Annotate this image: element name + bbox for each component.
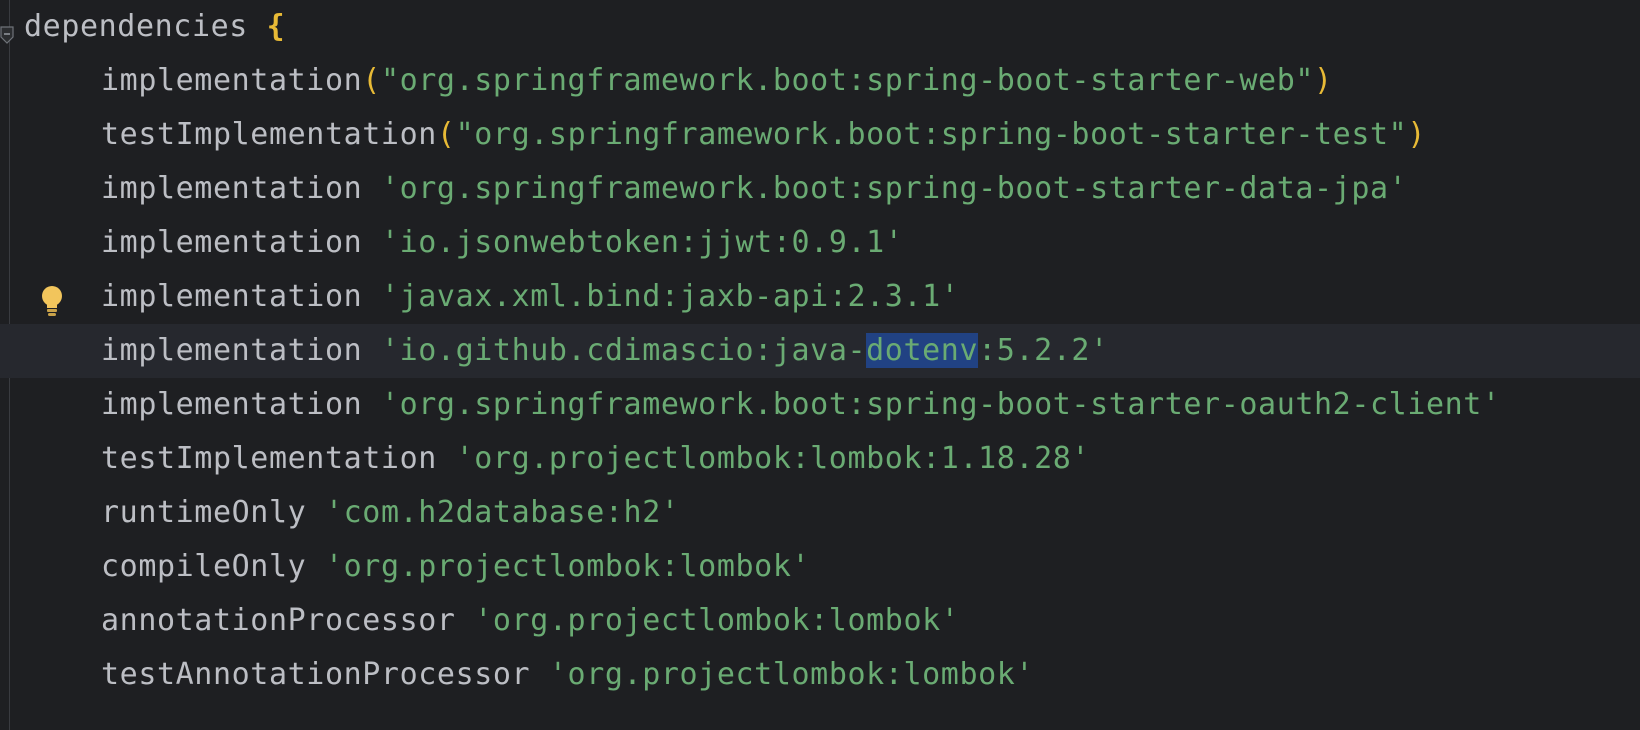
- code-line[interactable]: testImplementation("org.springframework.…: [0, 108, 1640, 162]
- open-brace: {: [266, 9, 286, 44]
- code-line[interactable]: implementation 'org.springframework.boot…: [0, 378, 1640, 432]
- config-name: implementation: [101, 279, 381, 314]
- code-line[interactable]: testImplementation 'org.projectlombok:lo…: [0, 432, 1640, 486]
- dependency-string: 'org.springframework.boot:spring-boot-st…: [380, 387, 1501, 422]
- open-paren: (: [362, 63, 381, 98]
- config-name: implementation: [101, 333, 381, 368]
- dependency-string-end: :5.2.2': [978, 333, 1109, 368]
- code-line[interactable]: implementation 'io.jsonwebtoken:jjwt:0.9…: [0, 216, 1640, 270]
- dependency-string: "org.springframework.boot:spring-boot-st…: [455, 117, 1408, 152]
- config-name: annotationProcessor: [101, 603, 475, 638]
- open-paren: (: [436, 117, 456, 152]
- config-name: testImplementation: [101, 441, 456, 476]
- config-name: implementation: [101, 63, 363, 98]
- code-line[interactable]: dependencies {: [0, 0, 1640, 54]
- config-name: testImplementation: [101, 117, 437, 152]
- code-line[interactable]: runtimeOnly 'com.h2database:h2': [0, 486, 1640, 540]
- dependency-string: 'org.projectlombok:lombok': [474, 603, 960, 638]
- dependency-string: 'org.projectlombok:lombok': [548, 657, 1035, 692]
- text-selection[interactable]: dotenv: [866, 333, 979, 368]
- code-line[interactable]: compileOnly 'org.projectlombok:lombok': [0, 540, 1640, 594]
- dependency-string: 'com.h2database:h2': [324, 495, 680, 530]
- config-name: implementation: [101, 225, 381, 260]
- config-name: implementation: [101, 171, 381, 206]
- close-paren: ): [1407, 117, 1427, 152]
- config-name: runtimeOnly: [101, 495, 325, 530]
- code-line[interactable]: implementation 'org.springframework.boot…: [0, 162, 1640, 216]
- current-line[interactable]: implementation 'io.github.cdimascio:java…: [0, 324, 1640, 378]
- code-area[interactable]: dependencies { implementation("org.sprin…: [0, 0, 1640, 702]
- config-name: compileOnly: [101, 549, 325, 584]
- config-name: implementation: [101, 387, 381, 422]
- config-name: testAnnotationProcessor: [101, 657, 549, 692]
- code-line[interactable]: annotationProcessor 'org.projectlombok:l…: [0, 594, 1640, 648]
- close-paren: ): [1314, 63, 1333, 98]
- dependency-string: 'org.projectlombok:lombok': [324, 549, 811, 584]
- dependency-string: 'org.springframework.boot:spring-boot-st…: [380, 171, 1408, 206]
- dependency-string: 'javax.xml.bind:jaxb-api:2.3.1': [380, 279, 960, 314]
- dependency-string: "org.springframework.boot:spring-boot-st…: [380, 63, 1315, 98]
- code-line[interactable]: implementation("org.springframework.boot…: [0, 54, 1640, 108]
- code-editor[interactable]: dependencies { implementation("org.sprin…: [0, 0, 1640, 730]
- dependency-string: 'org.projectlombok:lombok:1.18.28': [455, 441, 1091, 476]
- dependency-string: 'io.jsonwebtoken:jjwt:0.9.1': [380, 225, 904, 260]
- code-line[interactable]: testAnnotationProcessor 'org.projectlomb…: [0, 648, 1640, 702]
- lightbulb-icon[interactable]: [38, 284, 66, 318]
- code-line[interactable]: implementation 'javax.xml.bind:jaxb-api:…: [0, 270, 1640, 324]
- block-keyword: dependencies: [24, 9, 248, 44]
- dependency-string-start: 'io.github.cdimascio:java-: [380, 333, 867, 368]
